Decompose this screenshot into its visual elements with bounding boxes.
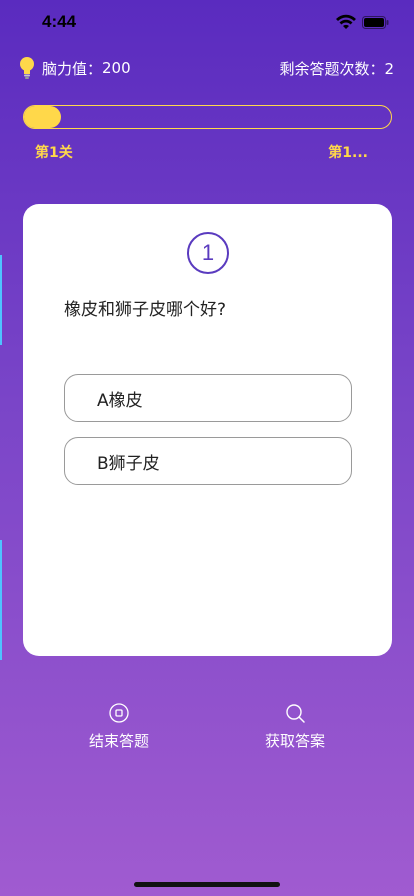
lightbulb-icon (20, 57, 34, 79)
level-start-label: 第1关 (35, 145, 73, 161)
question-text: 橡皮和狮子皮哪个好? (64, 300, 227, 320)
battery-icon (362, 16, 389, 29)
edge-decoration-top (0, 255, 2, 345)
level-progress-bar (23, 105, 392, 129)
level-end-label: 第1... (328, 145, 368, 161)
get-answer-button[interactable]: 获取答案 (245, 702, 345, 751)
status-bar: 4:44 (0, 0, 414, 44)
end-quiz-button[interactable]: 结束答题 (69, 702, 169, 751)
remaining-attempts: 剩余答题次数： 2 (279, 58, 394, 79)
stop-circle-icon (109, 703, 129, 723)
end-quiz-label: 结束答题 (88, 732, 149, 750)
brain-points-value: 200 (102, 59, 131, 77)
remaining-attempts-label: 剩余答题次数： (279, 60, 385, 78)
remaining-attempts-value: 2 (384, 59, 394, 78)
question-number-badge: 1 (187, 232, 229, 274)
brain-points: 脑力值： 200 (18, 56, 131, 80)
search-icon (286, 704, 305, 723)
home-indicator[interactable] (134, 882, 280, 887)
brain-points-label: 脑力值： (42, 59, 103, 78)
get-answer-label: 获取答案 (264, 732, 325, 750)
option-b-button[interactable]: B狮子皮 (64, 437, 352, 485)
option-a-button[interactable]: A橡皮 (64, 374, 352, 422)
wifi-icon (336, 14, 356, 29)
edge-decoration-bottom (0, 540, 2, 660)
level-progress-fill (24, 106, 61, 128)
question-card: 1 橡皮和狮子皮哪个好? A橡皮 B狮子皮 (23, 204, 392, 656)
status-time: 4:44 (42, 12, 77, 31)
